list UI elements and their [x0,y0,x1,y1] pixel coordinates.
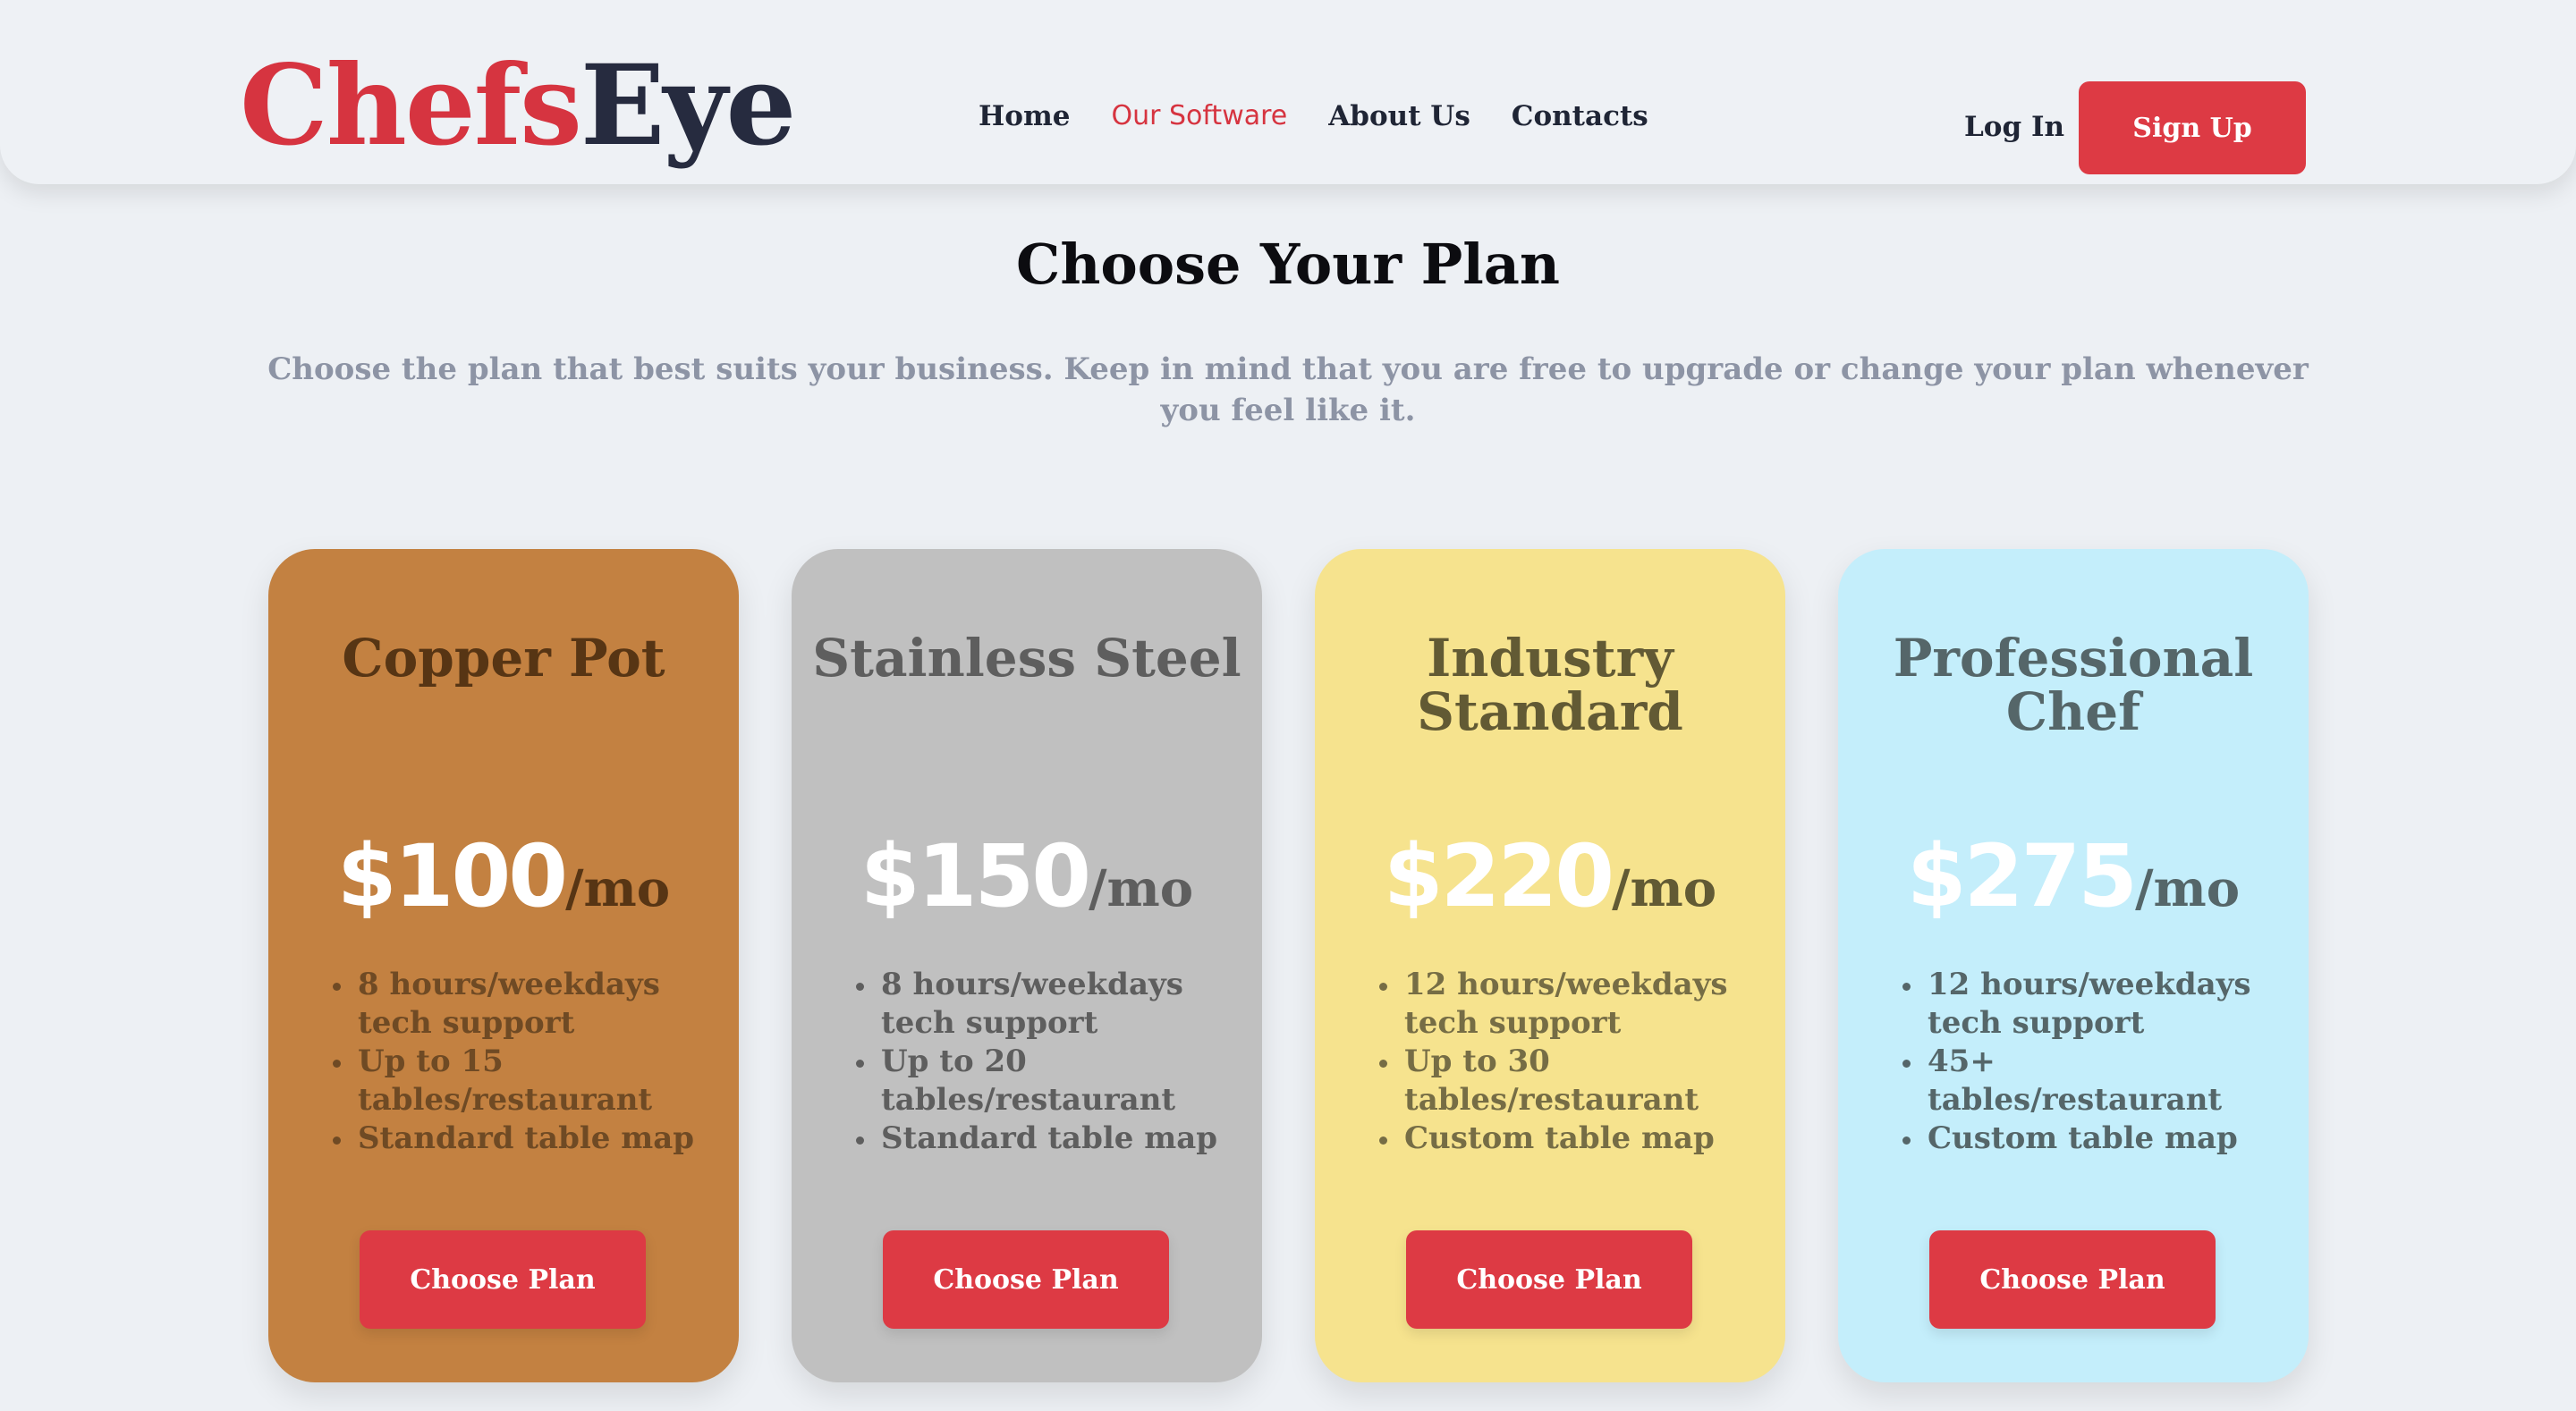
price-period: /mo [2135,859,2241,918]
feature-item: Standard table map [331,1120,721,1158]
feature-item: Custom table map [1901,1120,2291,1158]
plan-card-copper-pot: Copper Pot $100/mo 8 hours/weekdays tech… [268,549,739,1382]
nav-about-us[interactable]: About Us [1328,98,1470,134]
logo-text-chefs: Chefs [240,41,582,171]
plan-card-stainless-steel: Stainless Steel $150/mo 8 hours/weekdays… [792,549,1262,1382]
feature-list: 8 hours/weekdays tech support Up to 15 t… [331,966,721,1158]
plan-name: Copper Pot [342,628,665,689]
choose-plan-button[interactable]: Choose Plan [883,1230,1169,1329]
feature-item: Up to 20 tables/restaurant [854,1043,1244,1120]
feature-item: 8 hours/weekdays tech support [854,966,1244,1043]
pricing-plans: Copper Pot $100/mo 8 hours/weekdays tech… [268,549,2309,1382]
feature-list: 12 hours/weekdays tech support 45+ table… [1901,966,2291,1158]
choose-plan-button[interactable]: Choose Plan [360,1230,646,1329]
login-link[interactable]: Log In [1964,109,2064,145]
feature-item: 45+ tables/restaurant [1901,1043,2291,1120]
plan-card-professional-chef: Professional Chef $275/mo 12 hours/weekd… [1838,549,2309,1382]
plan-name: Stainless Steel [812,628,1241,689]
feature-list: 12 hours/weekdays tech support Up to 30 … [1377,966,1767,1158]
choose-plan-button[interactable]: Choose Plan [1406,1230,1692,1329]
feature-item: Up to 15 tables/restaurant [331,1043,721,1120]
plan-price: $100/mo [268,826,739,926]
page-subtitle: Choose the plan that best suits your bus… [267,351,2309,428]
price-period: /mo [565,859,671,918]
signup-button[interactable]: Sign Up [2079,81,2306,174]
price-amount: $275 [1906,826,2138,926]
price-amount: $220 [1383,826,1614,926]
logo-text-eye: Eye [580,41,796,171]
plan-price: $275/mo [1838,826,2309,926]
main-nav: Home Our Software About Us Contacts [979,98,1690,134]
price-amount: $100 [336,826,568,926]
plan-name: Professional Chef [1893,628,2254,742]
nav-home[interactable]: Home [979,98,1071,134]
feature-item: 12 hours/weekdays tech support [1901,966,2291,1043]
price-period: /mo [1612,859,1717,918]
choose-plan-button[interactable]: Choose Plan [1929,1230,2216,1329]
logo[interactable]: ChefsEye [240,39,796,173]
nav-our-software[interactable]: Our Software [1112,98,1288,134]
page-title: Choose Your Plan [1015,232,1561,297]
feature-item: Custom table map [1377,1120,1767,1158]
feature-list: 8 hours/weekdays tech support Up to 20 t… [854,966,1244,1158]
plan-price: $150/mo [792,826,1262,926]
site-header: ChefsEye Home Our Software About Us Cont… [0,0,2576,184]
feature-item: 12 hours/weekdays tech support [1377,966,1767,1043]
price-period: /mo [1089,859,1194,918]
nav-contacts[interactable]: Contacts [1512,98,1648,134]
plan-card-industry-standard: Industry Standard $220/mo 12 hours/weekd… [1315,549,1785,1382]
plan-name: Industry Standard [1417,628,1683,742]
price-amount: $150 [860,826,1091,926]
feature-item: 8 hours/weekdays tech support [331,966,721,1043]
plan-price: $220/mo [1315,826,1785,926]
feature-item: Standard table map [854,1120,1244,1158]
feature-item: Up to 30 tables/restaurant [1377,1043,1767,1120]
